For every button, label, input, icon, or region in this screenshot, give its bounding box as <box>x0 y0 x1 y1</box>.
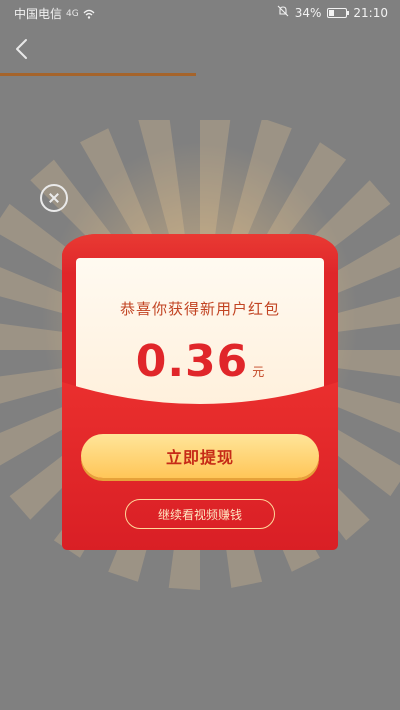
popup-title: 恭喜你获得新用户红包 <box>119 300 280 318</box>
wifi-icon <box>83 9 95 19</box>
battery-percent: 34% <box>294 5 322 20</box>
status-bar: 中国电信 4G 34% 21:10 <box>0 0 400 26</box>
currency-unit: 元 <box>252 365 265 379</box>
red-envelope: 恭喜你获得新用户红包 0.36 元 立即提现 继续看视频赚钱 <box>62 234 338 550</box>
reward-amount: 0.36 <box>135 336 249 387</box>
loading-progress <box>0 73 280 76</box>
battery-fill <box>329 9 334 16</box>
signal-type: 4G <box>66 8 79 19</box>
mute-icon <box>277 5 289 20</box>
carrier-name: 中国电信 <box>14 7 63 21</box>
carrier-group: 中国电信 4G <box>14 5 95 22</box>
continue-watching-button[interactable]: 继续看视频赚钱 <box>125 499 275 529</box>
clock: 21:10 <box>353 5 388 20</box>
withdraw-button[interactable]: 立即提现 <box>81 434 319 478</box>
progress-fill <box>0 73 196 76</box>
battery-icon <box>327 7 350 18</box>
chevron-left-icon[interactable] <box>10 36 36 62</box>
amount-group: 0.36 元 <box>62 336 338 387</box>
status-right: 34% 21:10 <box>277 5 388 20</box>
close-icon[interactable] <box>40 184 68 212</box>
